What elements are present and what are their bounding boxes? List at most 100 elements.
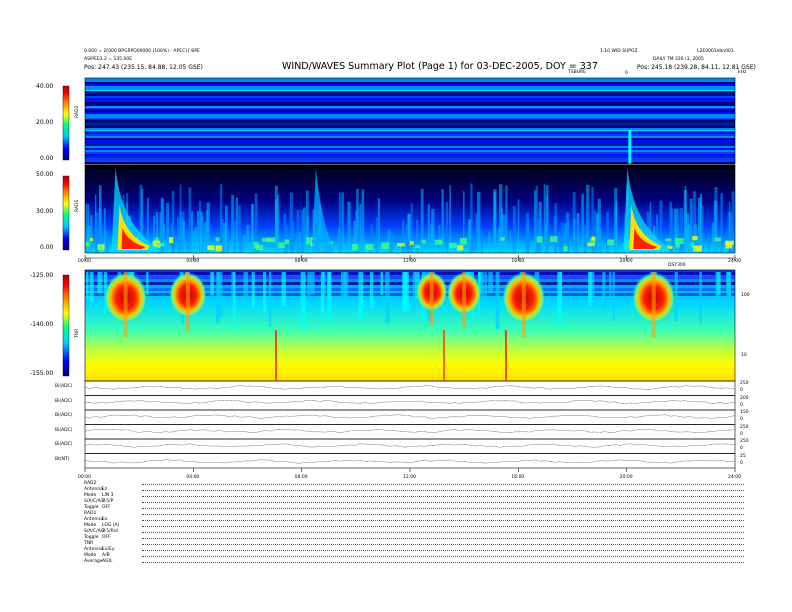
footer-row-value: 3.5/Rid <box>102 529 118 534</box>
rad1-streak <box>347 201 351 253</box>
rad2-stripes <box>85 78 735 164</box>
rad1-streak <box>246 224 250 253</box>
rad2-stripe <box>85 160 735 162</box>
tnr-streak <box>251 272 255 308</box>
hk-panel-label: Bi(ADC) <box>55 427 73 433</box>
rad1-streak <box>342 192 344 253</box>
rad2-stripe <box>85 152 735 154</box>
rad1-tick-bottom: 0.00 <box>40 244 54 251</box>
rad2-stripe <box>85 100 735 102</box>
rad1-streak <box>543 184 546 253</box>
tnr-streak <box>588 272 592 306</box>
footer-row-label: S/A/C/A/P <box>84 529 105 534</box>
tnr-burst-trail <box>651 272 656 337</box>
footer-row-label: RAD2 <box>84 481 97 486</box>
tnr-streak <box>86 272 89 300</box>
rad2-stripe <box>85 94 735 96</box>
rad1-streak <box>502 214 506 253</box>
footer-row-label: Antenna <box>84 517 103 522</box>
tnr-burst-trail <box>521 272 526 337</box>
tnr-streak <box>340 272 346 301</box>
tnr-spike <box>505 330 507 380</box>
rad1-speck <box>267 237 276 243</box>
rad1-speck <box>381 242 390 250</box>
tnr-right-tick-10: 10 <box>741 353 747 358</box>
footer-row-dots <box>142 538 744 539</box>
rad2-stripe <box>85 132 735 134</box>
rad1-streak <box>361 189 365 253</box>
time-tick-label-upper: 20:00 <box>619 259 633 264</box>
hk-panel-right-tick: 0 <box>740 446 743 451</box>
hk-trace <box>84 428 736 434</box>
tnr-streak <box>268 272 272 328</box>
rad1-speck <box>409 241 414 245</box>
footer-row: Average AGIL <box>84 559 744 565</box>
rad1-speck <box>396 243 405 247</box>
rad1-streak <box>274 185 278 253</box>
hk-panel-right-tick: 0 <box>740 402 743 408</box>
tnr-streak <box>402 272 407 312</box>
rad1-streak <box>493 192 497 253</box>
rad1-speck <box>693 245 703 252</box>
rad1-streak <box>713 200 718 253</box>
hk-panel-right-tick: 0 <box>740 417 743 422</box>
tnr-streak <box>216 272 220 324</box>
time-tick-label-lower: 04:00 <box>186 475 200 480</box>
hk-trace <box>84 399 736 405</box>
footer-row-value: OFF <box>102 535 111 540</box>
rad1-streak <box>476 191 481 253</box>
summary-plot-page: 0.000 = 2[000 BPGRPQ00000 (100%) - APEC]… <box>0 0 792 612</box>
rad1-panel <box>62 164 736 254</box>
footer-row-value: Ex/Ey <box>102 547 115 552</box>
rad2-stripe <box>85 104 735 106</box>
rad1-streak <box>526 222 530 253</box>
rad1-streak <box>606 212 609 253</box>
tnr-streak <box>370 272 374 308</box>
tnr-tick-top: -125.00 <box>30 272 54 279</box>
tnr-streak <box>717 272 721 296</box>
footer-row-dots <box>142 532 744 533</box>
time-tick-label-upper: 04:00 <box>186 259 200 264</box>
tnr-streak <box>320 272 325 316</box>
rad1-speck <box>448 242 457 248</box>
hk-panel-right-tick: 150 <box>740 410 749 415</box>
tnr-streak <box>406 272 409 310</box>
rad1-streak <box>196 211 200 253</box>
footer-row-value: AGIL <box>102 559 113 564</box>
rad1-speck <box>459 237 468 245</box>
rad1-tick-top: 50.00 <box>36 171 54 178</box>
rad1-streak <box>560 222 564 253</box>
rad2-stripe <box>85 162 735 164</box>
time-tick-label-upper: 12:00 <box>403 259 416 264</box>
rad1-streak <box>427 204 430 253</box>
footer-row-label: Antenna <box>84 547 103 552</box>
rad1-streak <box>105 231 109 253</box>
rad2-stripe <box>85 158 735 160</box>
rad2-band <box>85 118 735 120</box>
rad2-stripe <box>85 112 735 114</box>
rad2-stripe <box>85 96 735 98</box>
rad1-speck <box>434 239 443 245</box>
rad1-streak <box>573 218 576 253</box>
rad1-streak <box>235 197 239 253</box>
rad2-stripe <box>85 98 735 100</box>
rad1-streak <box>240 237 244 253</box>
rad1-speck <box>284 239 290 245</box>
tnr-axis-label: TNR <box>75 328 80 338</box>
tnr-streak <box>281 272 286 306</box>
time-tick-label-upper: 24:00 <box>728 259 741 264</box>
hk-panel-right-tick: 200 <box>740 395 749 401</box>
rad1-speck <box>156 242 165 247</box>
rad1-streak <box>251 203 254 253</box>
tnr-streak <box>327 272 332 324</box>
rad2-stripe <box>85 144 735 146</box>
tnr-streak <box>612 272 615 321</box>
rad1-streak <box>191 211 194 253</box>
rad1-streak <box>596 212 599 253</box>
rad1-speck <box>414 244 420 249</box>
rad1-streak <box>296 210 300 253</box>
footer-row-label: Toggle <box>84 535 99 540</box>
footer-row-label: Mode <box>84 553 97 558</box>
rad2-stripe <box>85 126 735 128</box>
rad1-streak <box>300 209 304 253</box>
